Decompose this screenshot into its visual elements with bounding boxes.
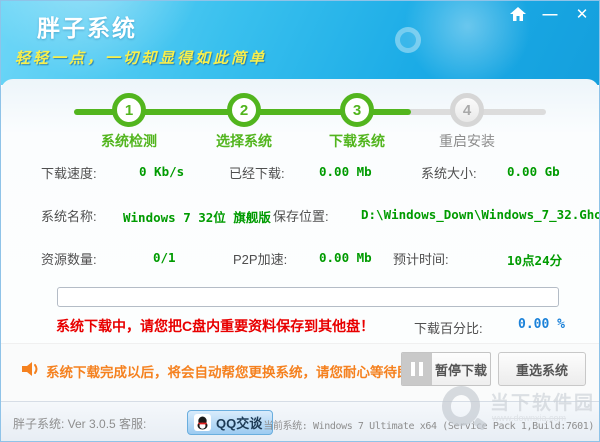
current-system-text: 当前系统: Windows 7 Ultimate x64 (Service Pa… (263, 417, 594, 432)
step-2-label: 选择系统 (204, 131, 284, 151)
home-button[interactable] (507, 4, 529, 24)
system-name-value: Windows 7 32位 旗舰版 (123, 207, 271, 226)
close-button[interactable]: ✕ (571, 4, 593, 24)
resource-count-value: 0/1 (153, 250, 176, 265)
speaker-icon (21, 359, 43, 384)
download-speed-label: 下载速度: (41, 163, 97, 182)
step-2-circle: 2 (227, 93, 261, 127)
app-window: 胖子系统 轻轻一点，一切却显得如此简单 — ✕ 1 2 3 4 系统检测 选择系… (0, 0, 600, 442)
eta-label: 预计时间: (393, 249, 449, 268)
downloaded-label: 已经下载: (229, 163, 285, 182)
pause-icon (402, 353, 432, 385)
download-speed-value: 0 Kb/s (139, 164, 184, 179)
step-4-circle: 4 (450, 93, 484, 127)
main-content: 1 2 3 4 系统检测 选择系统 下载系统 重启安装 下载速度: 0 Kb/s… (1, 79, 599, 401)
step-1-label: 系统检测 (89, 131, 169, 151)
version-text: 胖子系统: Ver 3.0.5 客服: (13, 415, 146, 432)
save-path-label: 保存位置: (273, 206, 329, 225)
window-controls: — ✕ (507, 4, 593, 24)
qq-button-label: QQ交谈 (216, 413, 262, 432)
system-size-label: 系统大小: (421, 163, 477, 182)
pause-download-button[interactable]: 暂停下载 (401, 352, 491, 386)
c-drive-warning-text: 系统下载中，请您把C盘内重要资料保存到其他盘！ (56, 316, 374, 336)
pause-button-label: 暂停下载 (432, 353, 490, 385)
resource-count-label: 资源数量: (41, 249, 97, 268)
system-size-value: 0.00 Gb (507, 164, 560, 179)
step-4-label: 重启安装 (427, 131, 507, 151)
footer-strip: 系统下载完成以后，将会自动帮您更换系统，请您耐心等待即可！ 暂停下载 重选系统 (1, 343, 599, 401)
downloaded-value: 0.00 Mb (319, 164, 372, 179)
save-path-value: D:\Windows_Down\Windows_7_32.Gho (361, 207, 600, 222)
percent-value: 0.00 % (518, 317, 565, 332)
qq-chat-button[interactable]: QQ交谈 (187, 410, 273, 435)
minimize-button[interactable]: — (539, 4, 561, 24)
p2p-label: P2P加速: (233, 249, 287, 268)
auto-install-notice: 系统下载完成以后，将会自动帮您更换系统，请您耐心等待即可！ (46, 361, 438, 381)
slogan-text: 轻轻一点，一切却显得如此简单 (15, 47, 267, 68)
system-name-label: 系统名称: (41, 206, 97, 225)
step-1-circle: 1 (112, 93, 146, 127)
download-progress-bar (57, 287, 559, 307)
reselect-system-button[interactable]: 重选系统 (498, 352, 586, 386)
title-bar: 胖子系统 轻轻一点，一切却显得如此简单 — ✕ (1, 1, 599, 85)
lens-flare-decoration (395, 27, 421, 53)
app-title: 胖子系统 (37, 9, 137, 43)
percent-label: 下载百分比: (414, 318, 483, 337)
eta-value: 10点24分 (507, 250, 562, 269)
qq-penguin-icon (194, 414, 211, 431)
step-3-label: 下载系统 (317, 131, 397, 151)
step-3-circle: 3 (340, 93, 374, 127)
status-bar: 胖子系统: Ver 3.0.5 客服: QQ交谈 当前系统: Windows 7… (1, 401, 599, 442)
home-icon (510, 7, 526, 22)
p2p-value: 0.00 Mb (319, 250, 372, 265)
